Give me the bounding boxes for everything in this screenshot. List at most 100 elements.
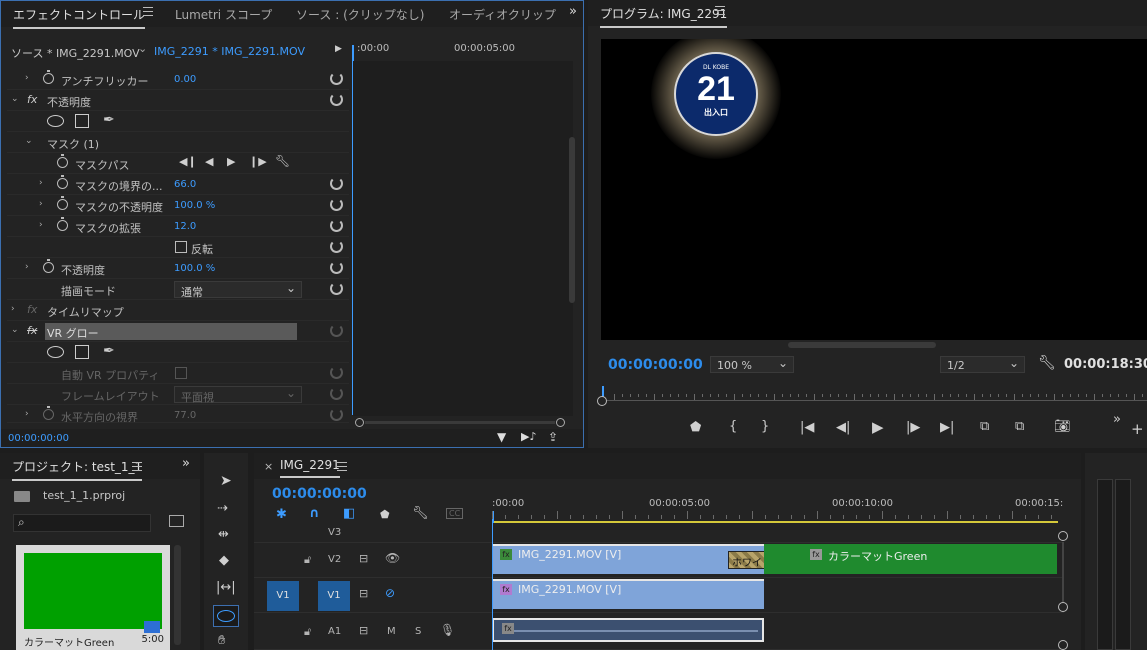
button-editor-plus-icon[interactable]: + (1131, 420, 1144, 438)
slip-tool-icon[interactable]: |↔| (216, 580, 236, 595)
fx-icon[interactable]: fx (27, 324, 37, 337)
mask-feather-value[interactable]: 66.0 (174, 179, 196, 190)
expand-chevron-icon[interactable]: › (39, 178, 43, 188)
eye-icon[interactable]: 👁︎ (385, 551, 400, 565)
track-select-tool-icon[interactable]: ⇢ (217, 501, 228, 516)
scroll-handle-left[interactable] (355, 418, 364, 427)
nest-toggle-icon[interactable]: ✱ (276, 507, 287, 522)
program-hscroll[interactable] (788, 342, 936, 348)
play-icon[interactable]: ▶ (227, 155, 235, 168)
stopwatch-icon[interactable] (57, 175, 68, 189)
razor-tool-icon[interactable]: ◆ (219, 553, 229, 568)
panel-menu-icon[interactable] (715, 6, 725, 15)
linked-selection-icon[interactable]: ◧ (343, 506, 355, 521)
wrench-icon[interactable]: 🔧︎ (275, 154, 290, 168)
clip-v2-matte[interactable]: fx カラーマットGreen (764, 544, 1057, 574)
lock-icon[interactable]: 🔓︎ (304, 625, 311, 639)
lock-icon[interactable]: 🔓︎ (304, 553, 311, 567)
timeline-ruler[interactable]: :00:00 00:00:05:00 00:00:10:00 00:00:15: (492, 493, 1063, 523)
work-area-bar[interactable] (492, 521, 1058, 523)
hand-tool-icon[interactable]: ✋︎ (218, 633, 225, 648)
scroll-handle-bottom[interactable] (1058, 602, 1068, 612)
mark-in-icon[interactable]: { (729, 419, 737, 434)
timeline-timecode[interactable]: 00:00:00:00 (272, 486, 367, 502)
stopwatch-icon[interactable] (43, 406, 54, 420)
panel-menu-icon[interactable] (132, 462, 142, 471)
reset-icon[interactable] (330, 93, 343, 106)
scrub-handle-left[interactable] (597, 396, 607, 406)
zoom-dropdown[interactable]: 100 % (710, 356, 794, 373)
stopwatch-icon[interactable] (57, 196, 68, 210)
panel-menu-icon[interactable] (337, 462, 347, 471)
reset-icon[interactable] (330, 324, 343, 337)
mini-hscroll[interactable] (355, 418, 565, 427)
reset-icon[interactable] (330, 177, 343, 190)
scroll-track[interactable] (1062, 542, 1064, 602)
program-video-frame[interactable]: DL KOBE 21 出入口 (601, 39, 1147, 340)
mute-button[interactable]: M (387, 626, 396, 637)
reset-icon[interactable] (330, 240, 343, 253)
reset-icon[interactable] (330, 408, 343, 421)
rectangle-mask-icon[interactable] (75, 114, 89, 128)
expand-chevron-icon[interactable]: › (25, 73, 29, 83)
new-bin-icon[interactable] (169, 515, 184, 527)
go-to-in-icon[interactable]: |◀ (800, 420, 814, 435)
solo-button[interactable]: S (415, 626, 421, 637)
play-button[interactable]: ▶ (872, 418, 884, 436)
collapse-chevron-icon[interactable]: ⌄ (25, 136, 33, 146)
play-small-icon[interactable]: ▶ (335, 44, 342, 54)
overflow-chevron-icon[interactable]: » (1113, 412, 1121, 427)
inverted-checkbox[interactable] (175, 241, 187, 253)
clip-thumbnail[interactable]: カラーマットGreen 5:00 (16, 545, 170, 650)
mark-out-icon[interactable]: } (761, 419, 769, 434)
collapse-chevron-icon[interactable]: ⌄ (11, 94, 19, 104)
program-title[interactable]: プログラム: IMG_2291 (600, 5, 728, 28)
project-vscroll[interactable] (174, 545, 181, 645)
timeline-settings-wrench-icon[interactable]: 🔧︎ (412, 506, 429, 521)
frame-layout-dropdown[interactable]: 平面視 (174, 386, 302, 404)
audio-play-icon[interactable]: ▶♪ (521, 430, 536, 443)
track-v1-target[interactable]: V1 (318, 581, 350, 611)
clip-v2-img2291[interactable]: fx IMG_2291.MOV [V] (492, 544, 764, 574)
project-title[interactable]: プロジェクト: test_1_1 (12, 458, 143, 481)
opacity-value[interactable]: 100.0 % (174, 263, 215, 274)
export-icon[interactable]: ⇪ (548, 430, 558, 444)
add-marker-icon[interactable]: ⬟ (380, 508, 390, 521)
collapse-chevron-icon[interactable]: ⌄ (11, 325, 19, 335)
clip-a1-audio[interactable]: fx (492, 618, 764, 642)
reset-icon[interactable] (330, 366, 343, 379)
sync-lock-icon[interactable]: ⊟ (359, 624, 368, 637)
go-to-out-icon[interactable]: ▶| (940, 420, 954, 435)
program-timecode[interactable]: 00:00:00:00 (608, 357, 703, 373)
export-frame-icon[interactable]: 📷︎ (1054, 419, 1071, 434)
pen-mask-icon[interactable]: ✒ (103, 112, 115, 128)
tab-audio-clip[interactable]: オーディオクリップ (449, 6, 556, 23)
track-forward-icon[interactable]: ❙▶ (249, 155, 267, 168)
chevron-down-icon[interactable]: ⌄ (138, 42, 147, 55)
expand-chevron-icon[interactable]: › (25, 262, 29, 272)
eye-hidden-icon[interactable]: ⊘ (385, 586, 395, 600)
vertical-scrollbar[interactable] (569, 137, 575, 303)
pen-mask-icon[interactable]: ✒ (103, 343, 115, 359)
reset-icon[interactable] (330, 72, 343, 85)
step-backward-icon[interactable]: ◀ (205, 155, 213, 168)
reset-icon[interactable] (330, 387, 343, 400)
clip-v1-img2291[interactable]: fx IMG_2291.MOV [V] (492, 579, 764, 609)
lift-icon[interactable]: ⧉ (980, 419, 989, 434)
selection-tool-icon[interactable]: ➤ (220, 473, 232, 489)
expand-chevron-icon[interactable]: › (39, 199, 43, 209)
timeline-vscroll[interactable] (1058, 531, 1068, 650)
step-forward-icon[interactable]: |▶ (906, 420, 920, 435)
ellipse-mask-icon[interactable] (47, 115, 64, 127)
ellipse-tool-button[interactable] (213, 605, 239, 627)
track-backward-icon[interactable]: ◀❙ (179, 155, 197, 168)
reset-icon[interactable] (330, 261, 343, 274)
mask-opacity-value[interactable]: 100.0 % (174, 200, 215, 211)
expand-chevron-icon[interactable]: › (39, 220, 43, 230)
scroll-track[interactable] (365, 421, 555, 424)
sync-lock-icon[interactable]: ⊟ (359, 587, 368, 600)
microphone-icon[interactable]: 🎙︎ (440, 623, 455, 637)
rectangle-mask-icon[interactable] (75, 345, 89, 359)
tab-source[interactable]: ソース : (クリップなし) (296, 6, 424, 23)
fov-value[interactable]: 77.0 (174, 410, 196, 421)
